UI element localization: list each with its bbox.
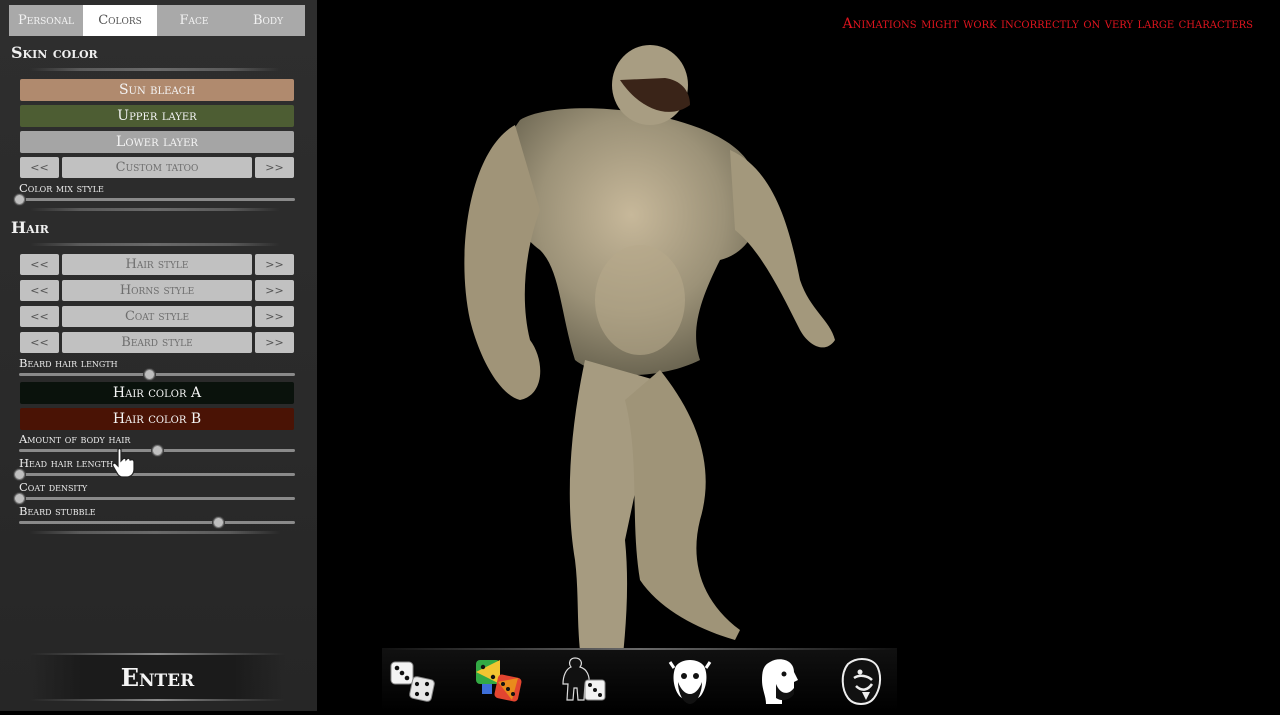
coat-density-label: Coat density [19, 480, 88, 494]
sun-bleach-button[interactable]: Sun bleach [20, 79, 294, 101]
enter-button[interactable]: Enter [30, 653, 285, 701]
color-mix-style-slider[interactable] [14, 194, 295, 205]
beard-style-prev-button[interactable]: << [20, 332, 59, 353]
horns-style-label: Horns style [62, 280, 252, 301]
slider-thumb[interactable] [212, 517, 224, 528]
beard-style-label: Beard style [62, 332, 252, 353]
beard-hair-length-label: Beard hair length [19, 356, 118, 370]
bottom-icon-bar [382, 648, 897, 711]
customization-panel: Personal Colors Face Body Skin color Sun… [0, 0, 317, 711]
character-viewport[interactable] [317, 0, 1280, 711]
character-model [464, 45, 835, 682]
hair-style-next-button[interactable]: >> [255, 254, 294, 275]
tatoo-next-button[interactable]: >> [255, 157, 294, 178]
tab-personal[interactable]: Personal [9, 5, 83, 36]
hair-heading: Hair [11, 218, 49, 237]
coat-style-prev-button[interactable]: << [20, 306, 59, 327]
head-hair-length-label: Head hair length [19, 456, 114, 470]
random-face-icon[interactable] [662, 654, 718, 708]
hair-style-label: Hair style [62, 254, 252, 275]
dice-white-icon[interactable] [387, 654, 443, 708]
body-hair-label: Amount of body hair [19, 432, 131, 446]
dice-color-icon[interactable] [472, 654, 528, 708]
divider [30, 68, 280, 71]
coat-style-selector: << Coat style >> [20, 306, 294, 327]
coat-density-slider[interactable] [14, 493, 295, 504]
tatoo-prev-button[interactable]: << [20, 157, 59, 178]
creature-head-icon[interactable] [834, 654, 890, 708]
head-hair-length-slider[interactable] [14, 469, 295, 480]
hair-color-a-button[interactable]: Hair color A [20, 382, 294, 404]
body-hair-slider[interactable] [19, 445, 295, 456]
hair-style-prev-button[interactable]: << [20, 254, 59, 275]
slider-thumb[interactable] [14, 194, 25, 205]
random-body-icon[interactable] [557, 654, 613, 708]
coat-style-next-button[interactable]: >> [255, 306, 294, 327]
beard-stubble-slider[interactable] [19, 517, 295, 528]
tatoo-label: Custom tatoo [62, 157, 252, 178]
divider [30, 243, 280, 246]
warning-text: Animations might work incorrectly on ver… [842, 16, 1254, 32]
custom-tatoo-selector: << Custom tatoo >> [20, 157, 294, 178]
horns-style-selector: << Horns style >> [20, 280, 294, 301]
beard-hair-length-slider[interactable] [19, 369, 295, 380]
hair-color-b-button[interactable]: Hair color B [20, 408, 294, 430]
divider [30, 208, 280, 211]
skin-color-heading: Skin color [11, 43, 98, 62]
tab-colors[interactable]: Colors [83, 5, 157, 36]
beard-style-selector: << Beard style >> [20, 332, 294, 353]
beard-stubble-label: Beard stubble [19, 504, 96, 518]
slider-thumb[interactable] [152, 445, 163, 456]
lower-layer-button[interactable]: Lower layer [20, 131, 294, 153]
color-mix-style-label: Color mix style [19, 181, 104, 195]
slider-thumb[interactable] [14, 469, 25, 480]
slider-thumb[interactable] [14, 493, 25, 504]
head-profile-icon[interactable] [752, 654, 808, 708]
hand-cursor-icon [112, 448, 135, 478]
upper-layer-button[interactable]: Upper layer [20, 105, 294, 127]
beard-style-next-button[interactable]: >> [255, 332, 294, 353]
slider-thumb[interactable] [143, 369, 155, 380]
tab-body[interactable]: Body [231, 5, 305, 36]
coat-style-label: Coat style [62, 306, 252, 327]
tab-face[interactable]: Face [157, 5, 231, 36]
horns-style-next-button[interactable]: >> [255, 280, 294, 301]
hair-style-selector: << Hair style >> [20, 254, 294, 275]
horns-style-prev-button[interactable]: << [20, 280, 59, 301]
divider [30, 531, 280, 534]
tab-bar: Personal Colors Face Body [9, 5, 305, 36]
